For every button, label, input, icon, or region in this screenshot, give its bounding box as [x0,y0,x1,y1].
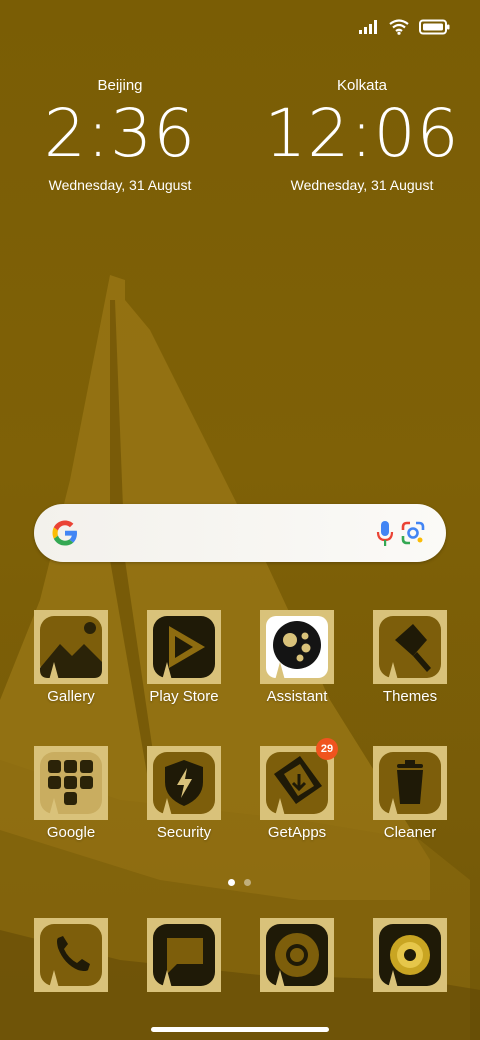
wifi-icon [389,19,409,35]
battery-icon [419,19,450,35]
app-label: Google [46,824,96,841]
clock-time: 2:36 [43,95,197,172]
home-indicator[interactable] [151,1027,329,1032]
dock-phone[interactable] [21,918,121,992]
play-store-icon [147,610,221,684]
app-security[interactable]: Security [134,746,234,842]
clock-date: Wednesday, 31 August [290,177,434,193]
app-cleaner[interactable]: Cleaner [360,746,460,842]
trash-icon [373,746,447,820]
page-dot[interactable] [244,879,251,886]
page-indicator[interactable] [228,879,251,886]
camera-icon [373,918,447,992]
app-label: GetApps [267,824,327,841]
app-label: Themes [382,688,438,705]
app-label: Security [156,824,212,841]
security-shield-icon [147,746,221,820]
clock-time: 12:06 [264,95,460,172]
clock-widget-beijing[interactable]: Beijing 2:36 Wednesday, 31 August [20,76,220,194]
google-g-icon [52,520,77,546]
themes-brush-icon [373,610,447,684]
chrome-icon [260,918,334,992]
assistant-icon [260,610,334,684]
app-assistant[interactable]: Assistant [247,610,347,706]
dock-camera[interactable] [360,918,460,992]
page-dot-active[interactable] [228,879,235,886]
app-label: Cleaner [383,824,437,841]
phone-icon [34,918,108,992]
google-folder-icon [34,746,108,820]
messages-icon [147,918,221,992]
dock-messages[interactable] [134,918,234,992]
app-label: Play Store [149,688,219,705]
status-bar [359,14,450,40]
app-label: Assistant [266,688,328,705]
gallery-icon [34,610,108,684]
app-play-store[interactable]: Play Store [134,610,234,706]
signal-bars-icon [359,20,377,34]
app-label: Gallery [47,688,95,705]
clock-city: Beijing [97,77,143,94]
microphone-icon[interactable] [376,520,394,548]
clock-city: Kolkata [336,77,388,94]
getapps-icon: 29 [260,738,338,820]
clock-widget-kolkata[interactable]: Kolkata 12:06 Wednesday, 31 August [262,76,462,194]
google-search-bar[interactable] [34,504,446,562]
app-gallery[interactable]: Gallery [21,610,121,706]
app-getapps[interactable]: 29 GetApps [247,738,347,842]
app-themes[interactable]: Themes [360,610,460,706]
notification-badge: 29 [316,738,338,760]
app-folder-google[interactable]: Google [21,746,121,842]
dock-chrome[interactable] [247,918,347,992]
clock-date: Wednesday, 31 August [48,177,192,193]
google-lens-icon[interactable] [400,520,426,546]
